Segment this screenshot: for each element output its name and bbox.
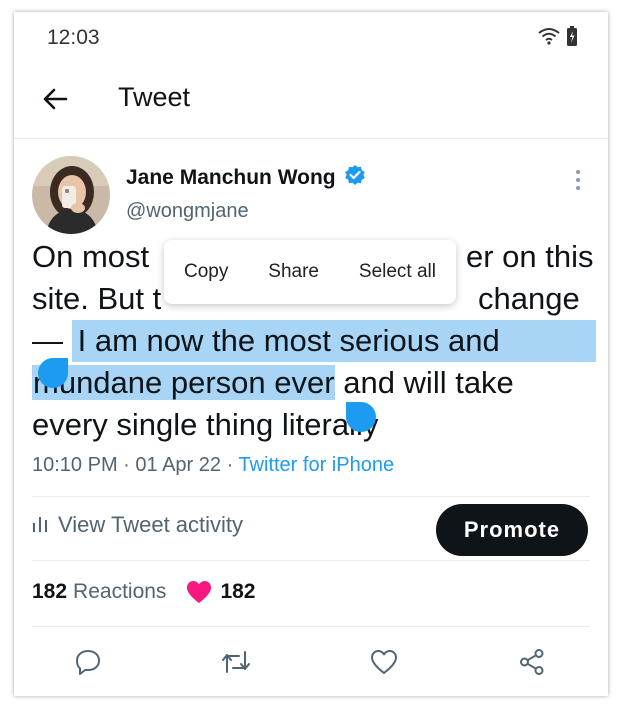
reactions-label: Reactions [73,580,167,603]
text-selection-menu: Copy Share Select all [164,240,456,304]
verified-badge-icon [344,164,366,191]
reply-icon[interactable] [72,646,104,678]
heart-icon [186,580,212,604]
tweet-line-3: — I am now the most serious and [32,320,604,362]
tweet-source-link[interactable]: Twitter for iPhone [238,454,394,476]
reactions-count: 182 [32,580,68,603]
tweet-line-2-end-text: change [478,281,580,316]
author-name[interactable]: Jane Manchun Wong [126,166,336,190]
select-all-menu-item[interactable]: Select all [359,261,436,283]
reactions-row[interactable]: 182 Reactions 182 [32,580,255,604]
tweet-line-2-start: site. But t [32,281,162,316]
view-tweet-activity-link[interactable]: View Tweet activity [32,512,243,538]
meta-separator-2: · [221,454,239,476]
tweet-actions-bar [14,640,608,686]
top-app-bar: Tweet [14,68,608,139]
promote-button[interactable]: Promote [436,504,588,556]
selected-text-line-4[interactable]: mundane person ever [32,365,335,400]
selection-start-handle[interactable] [38,358,68,388]
selection-end-handle[interactable] [346,402,376,432]
status-bar: 12:03 [14,12,608,64]
author-handle[interactable]: @wongmjane [126,200,249,223]
avatar[interactable] [32,156,110,234]
tweet-meta: 10:10 PM · 01 Apr 22 · Twitter for iPhon… [32,454,394,477]
tweet-line-5: every single thing literally [32,404,378,446]
app-frame: 12:03 Tweet Jane Manchun Wong @wongmjane… [14,12,608,696]
tweet-time: 10:10 PM [32,454,118,476]
wifi-icon [538,27,560,50]
share-icon[interactable] [516,646,548,678]
status-icons [538,26,578,51]
copy-menu-item[interactable]: Copy [184,261,228,283]
tweet-line-2: site. But t [32,278,161,320]
battery-icon [566,26,578,51]
more-vertical-icon[interactable] [568,168,588,192]
bar-chart-icon [32,512,48,538]
share-menu-item[interactable]: Share [268,261,319,283]
page-title: Tweet [118,82,191,112]
tweet-line-1-start: On most [32,239,150,274]
tweet-line-2-end: change [478,278,580,320]
tweet-line-4: mundane person ever and will take [32,362,514,404]
tweet-date: 01 Apr 22 [135,454,222,476]
like-icon[interactable] [368,646,400,678]
divider [32,560,590,561]
view-tweet-activity-label: View Tweet activity [58,512,244,537]
tweet-line-1: On most [32,236,149,278]
likes-count: 182 [220,580,256,603]
tweet-line-5-text: every single thing literally [32,407,379,442]
divider [32,496,590,497]
retweet-icon[interactable] [220,646,252,678]
tweet-line-3-prefix: — [32,323,72,358]
meta-separator-1: · [117,454,136,476]
selected-text-line-3[interactable]: I am now the most serious and [71,320,596,362]
tweet-line-1-end: er on this [466,236,594,278]
tweet-line-1-end-text: er on this [466,239,594,274]
author-name-row[interactable]: Jane Manchun Wong [126,164,366,191]
tweet-line-4-rest: and will take [334,365,514,400]
back-arrow-icon[interactable] [38,82,72,116]
status-time: 12:03 [47,26,100,49]
divider [32,626,590,627]
